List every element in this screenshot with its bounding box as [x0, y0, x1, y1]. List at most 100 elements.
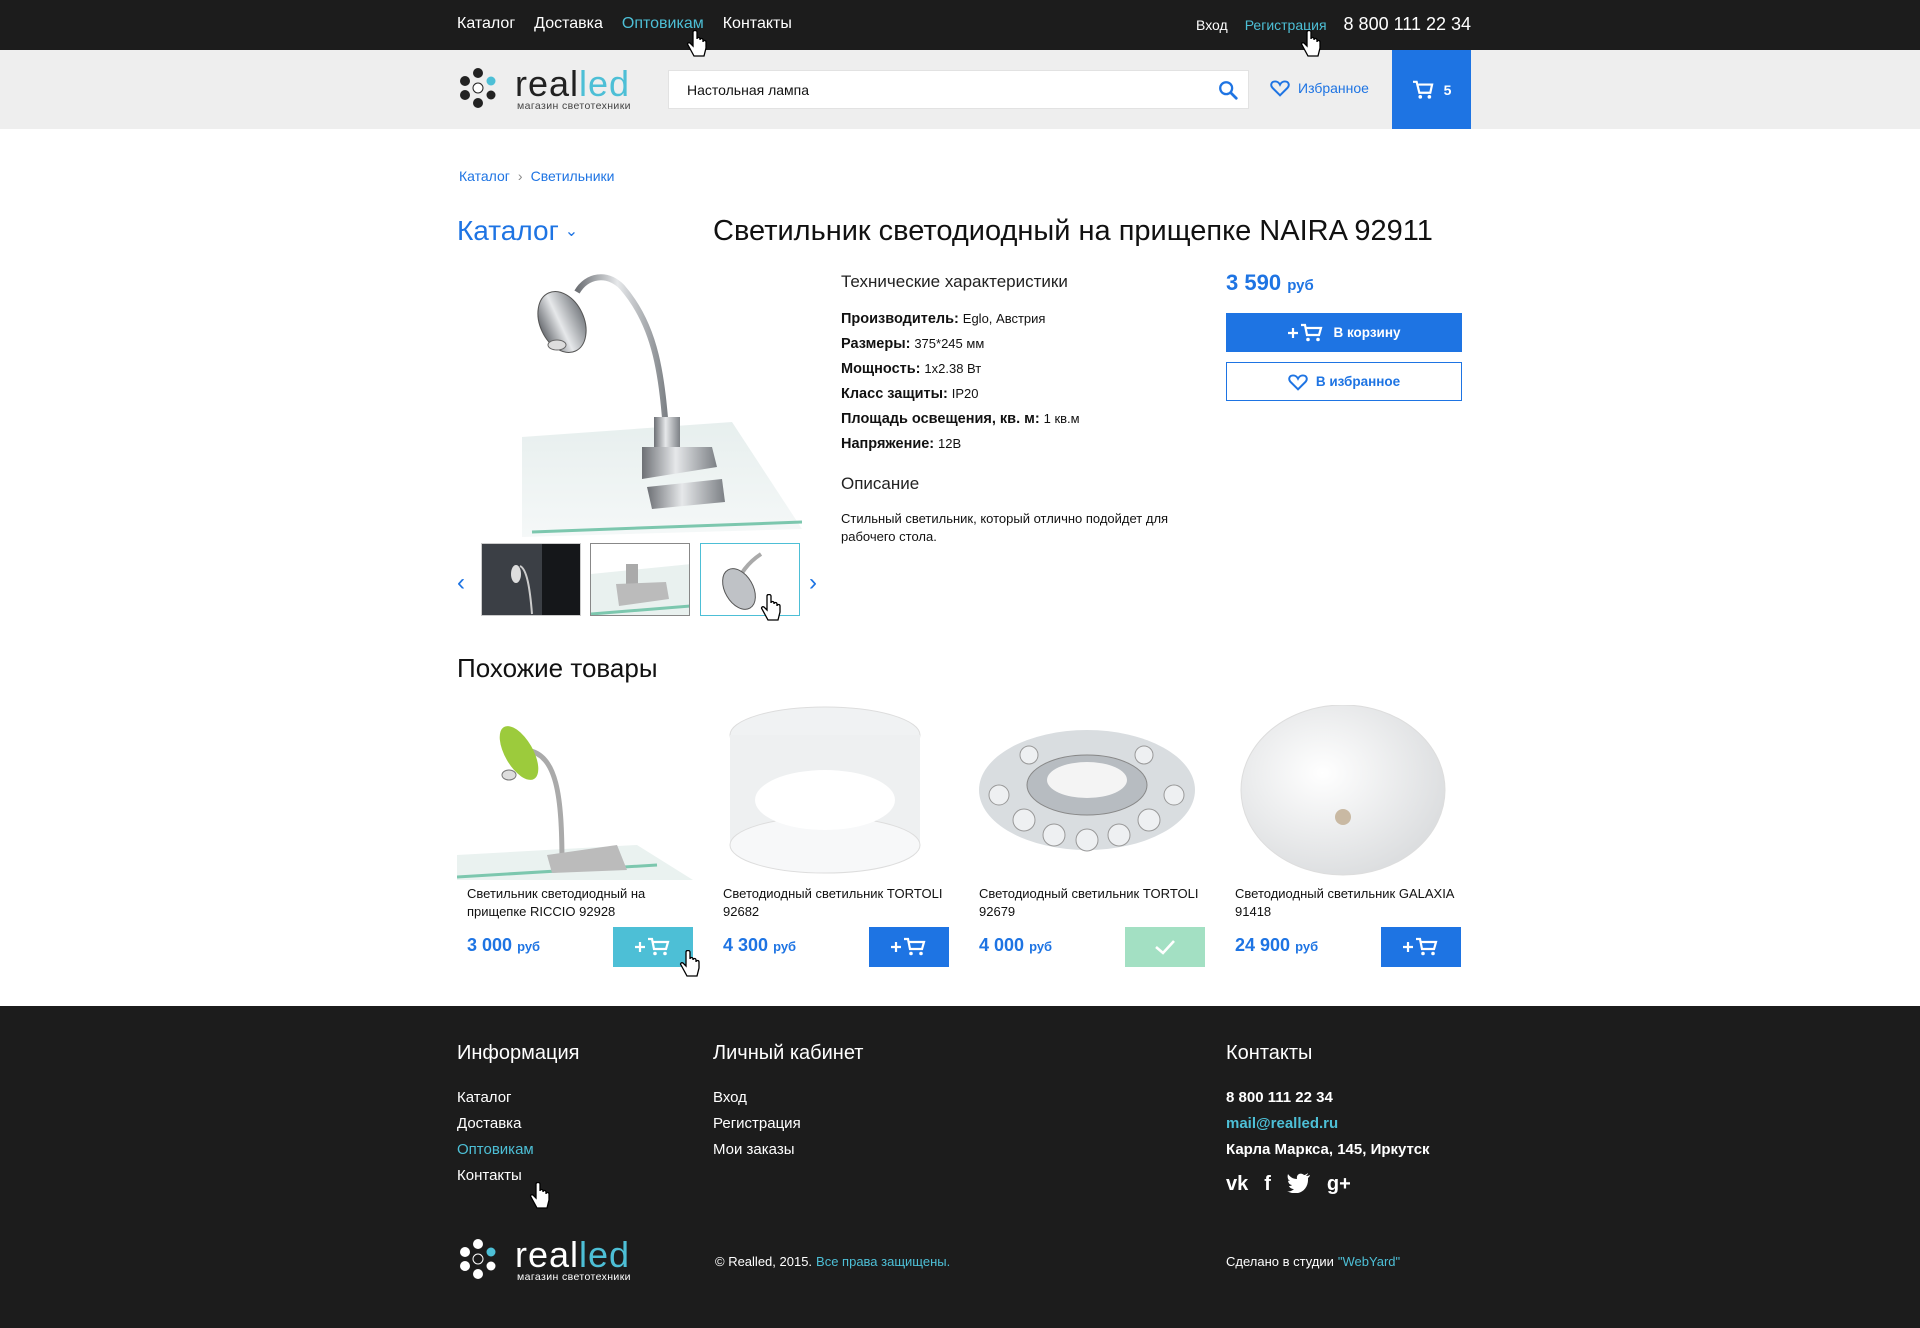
description-title: Описание — [841, 474, 920, 493]
product-card[interactable]: Светодиодный светильник GALAXIA 91418 24… — [1225, 705, 1461, 970]
spec-row: Мощность: 1x2.38 Вт — [841, 361, 982, 377]
add-to-cart-label: В корзину — [1333, 325, 1401, 340]
footer-link-register[interactable]: Регистрация — [713, 1111, 863, 1137]
hand-cursor-icon — [686, 30, 707, 57]
header-phone: 8 800 111 22 34 — [1343, 14, 1471, 34]
product-card-price: 4 000 руб — [979, 935, 1053, 955]
spec-row: Площадь освещения, кв. м: 1 кв.м — [841, 411, 1080, 427]
top-nav: Каталог Доставка Оптовикам Контакты — [457, 15, 792, 33]
thumbnail-2[interactable] — [590, 543, 690, 616]
specifications: Технические характеристики Производитель… — [841, 272, 1211, 456]
product-card-name[interactable]: Светильник светодиодный на прищепке RICC… — [467, 885, 693, 921]
product-card-image — [457, 726, 693, 880]
breadcrumb-catalog[interactable]: Каталог — [459, 168, 510, 184]
facebook-icon[interactable]: f — [1264, 1173, 1271, 1196]
top-bar: Каталог Доставка Оптовикам Контакты Вход… — [0, 0, 1920, 50]
spec-row: Напряжение: 12В — [841, 436, 962, 452]
add-to-cart-button[interactable]: В корзину — [1226, 313, 1462, 352]
logo-dots-icon — [460, 68, 496, 108]
cart-button[interactable]: 5 — [1392, 50, 1471, 129]
footer-info-title: Информация — [457, 1042, 580, 1064]
logo-tagline: магазин светотехники — [517, 100, 631, 112]
product-card-name[interactable]: Светодиодный светильник TORTOLI 92682 — [723, 885, 949, 921]
chevron-right-icon: › — [517, 168, 523, 184]
search-box — [668, 70, 1249, 109]
add-to-favorites-label: В избранное — [1315, 374, 1401, 389]
studio-link[interactable]: "WebYard" — [1338, 1254, 1400, 1269]
google-plus-icon[interactable]: g+ — [1327, 1173, 1351, 1196]
spec-row: Производитель: Eglo, Австрия — [841, 311, 1046, 327]
chevron-left-icon[interactable]: ‹ — [457, 569, 465, 597]
description-text: Стильный светильник, который отлично под… — [841, 511, 1169, 544]
studio-credit: Сделано в студии "WebYard" — [1226, 1254, 1400, 1269]
breadcrumb-lamps[interactable]: Светильники — [531, 168, 615, 184]
favorites-label: Избранное — [1298, 80, 1369, 96]
product-card[interactable]: Светильник светодиодный на прищепке RICC… — [457, 705, 693, 970]
logo[interactable]: realled магазин светотехники — [457, 63, 657, 117]
thumbnail-1[interactable] — [481, 543, 581, 616]
footer-link-wholesale[interactable]: Оптовикам — [457, 1137, 579, 1163]
card-add-to-cart-button[interactable] — [1381, 927, 1461, 967]
top-nav-contacts[interactable]: Контакты — [723, 15, 792, 33]
footer-link-orders[interactable]: Мои заказы — [713, 1137, 863, 1163]
footer-logo[interactable]: realled магазин светотехники — [457, 1234, 657, 1288]
product-main-image — [522, 274, 802, 537]
product-title: Светильник светодиодный на прищепке NAIR… — [713, 215, 1433, 247]
cart-count: 5 — [1443, 81, 1452, 98]
chevron-right-icon[interactable]: › — [809, 569, 817, 597]
footer-link-catalog[interactable]: Каталог — [457, 1085, 579, 1111]
footer-email[interactable]: mail@realled.ru — [1226, 1111, 1430, 1137]
twitter-icon[interactable] — [1286, 1173, 1311, 1193]
catalog-dropdown[interactable]: Каталог ⌄ — [457, 215, 578, 247]
footer-link-contacts[interactable]: Контакты — [457, 1163, 579, 1189]
footer-contacts-title: Контакты — [1226, 1042, 1313, 1064]
product-card-image — [979, 730, 1195, 852]
product-card-name[interactable]: Светодиодный светильник TORTOLI 92679 — [979, 885, 1205, 921]
add-cart-icon — [1288, 323, 1323, 341]
thumbnail-3[interactable] — [700, 543, 800, 616]
footer-link-delivery[interactable]: Доставка — [457, 1111, 579, 1137]
vk-icon[interactable]: vk — [1226, 1173, 1248, 1196]
footer-contacts-column: Контакты 8 800 111 22 34 mail@realled.ru… — [1226, 1042, 1430, 1196]
product-card-price: 4 300 руб — [723, 935, 797, 955]
top-nav-catalog[interactable]: Каталог — [457, 15, 515, 33]
add-cart-icon — [891, 937, 926, 956]
social-links: vk f g+ — [1226, 1173, 1430, 1196]
add-cart-icon — [635, 937, 670, 956]
footer: Информация Каталог Доставка Оптовикам Ко… — [0, 1006, 1920, 1328]
card-add-to-cart-button[interactable] — [869, 927, 949, 967]
login-link[interactable]: Вход — [1196, 17, 1228, 33]
footer-address: Карла Маркса, 145, Иркутск — [1226, 1141, 1430, 1158]
cart-icon — [1412, 80, 1434, 99]
footer-phone: 8 800 111 22 34 — [1226, 1089, 1333, 1106]
rights-text: Все права защищены. — [816, 1254, 951, 1269]
footer-link-login[interactable]: Вход — [713, 1085, 863, 1111]
spec-row: Класс защиты: IP20 — [841, 386, 979, 402]
heart-icon — [1288, 373, 1308, 391]
product-card-name[interactable]: Светодиодный светильник GALAXIA 91418 — [1235, 885, 1461, 921]
hand-cursor-icon — [760, 594, 781, 621]
copyright-text: © Realled, 2015. — [715, 1254, 813, 1269]
search-input[interactable] — [669, 71, 1189, 108]
search-icon[interactable] — [1217, 79, 1239, 101]
favorites-link[interactable]: Избранное — [1270, 79, 1369, 97]
product-card[interactable]: Светодиодный светильник TORTOLI 92682 4 … — [713, 705, 949, 970]
heart-icon — [1270, 80, 1290, 97]
hand-cursor-icon — [529, 1182, 550, 1209]
product-card[interactable]: Светодиодный светильник TORTOLI 92679 4 … — [969, 705, 1205, 970]
product-card-image — [1240, 705, 1446, 876]
add-cart-icon — [1403, 937, 1438, 956]
logo-wordmark: realled — [515, 1234, 631, 1275]
spec-row: Размеры: 375*245 мм — [841, 336, 985, 352]
header: realled магазин светотехники Избранное 5 — [0, 50, 1920, 129]
check-icon — [1155, 940, 1175, 955]
product-price: 3 590 руб — [1226, 270, 1314, 295]
hand-cursor-icon — [679, 950, 700, 977]
add-to-favorites-button[interactable]: В избранное — [1226, 362, 1462, 401]
hand-cursor-icon — [1300, 30, 1321, 57]
product-card-image — [729, 706, 921, 874]
card-added-button[interactable] — [1125, 927, 1205, 967]
copyright: © Realled, 2015. Все права защищены. — [715, 1254, 950, 1269]
breadcrumb: Каталог › Светильники — [459, 168, 614, 184]
top-nav-delivery[interactable]: Доставка — [534, 15, 603, 33]
